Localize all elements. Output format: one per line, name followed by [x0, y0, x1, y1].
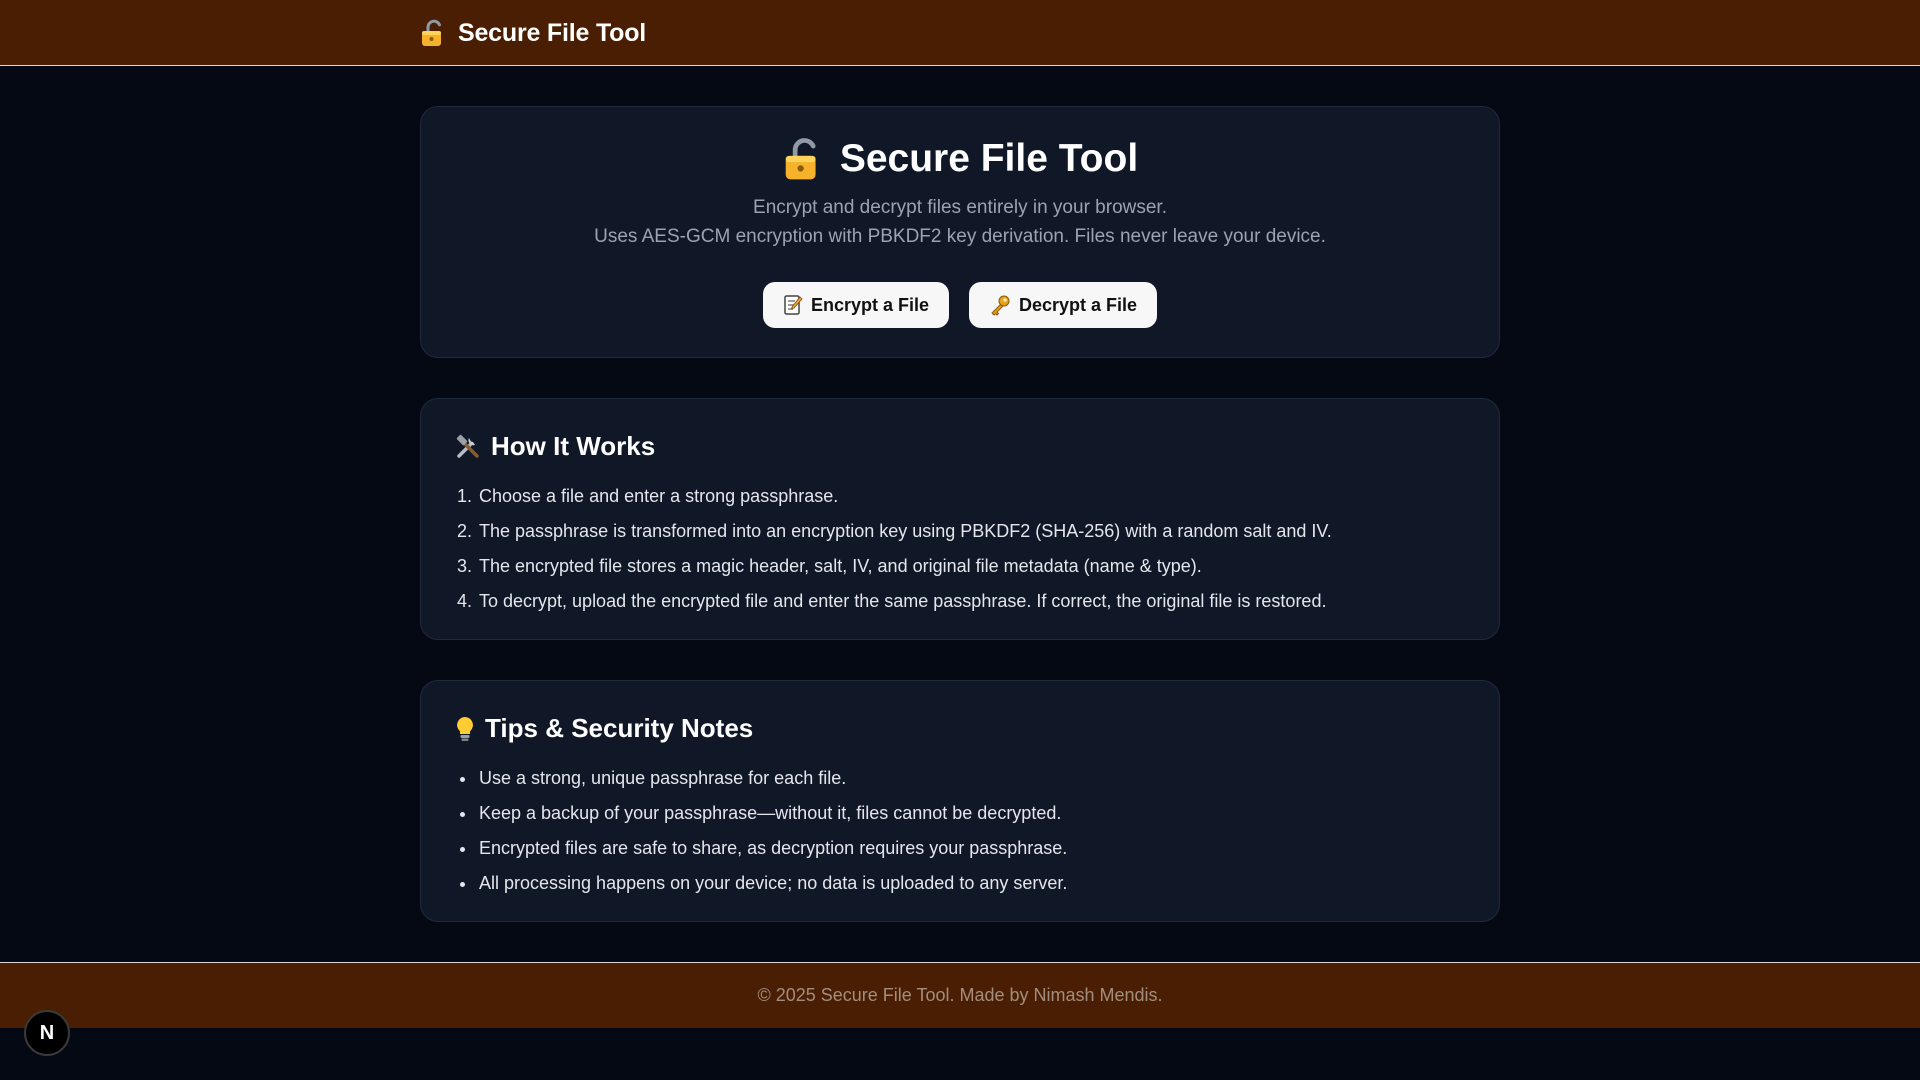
tips-card: Tips & Security Notes Use a strong, uniq…: [420, 680, 1500, 922]
app-title: Secure File Tool: [458, 18, 647, 47]
tip-item: Use a strong, unique passphrase for each…: [477, 761, 1469, 796]
footer-copyright: © 2025 Secure File Tool. Made by Nimash …: [757, 985, 1163, 1005]
step-item: The passphrase is transformed into an en…: [477, 514, 1469, 549]
memo-icon: [783, 294, 803, 316]
how-it-works-steps: Choose a file and enter a strong passphr…: [477, 479, 1469, 619]
encrypt-button-label: Encrypt a File: [810, 294, 929, 315]
encrypt-file-button[interactable]: Encrypt a File: [762, 282, 949, 328]
tip-item: Keep a backup of your passphrase—without…: [477, 796, 1469, 831]
footer: © 2025 Secure File Tool. Made by Nimash …: [0, 962, 1920, 1028]
decrypt-button-label: Decrypt a File: [1019, 294, 1138, 315]
tips-list: Use a strong, unique passphrase for each…: [477, 761, 1469, 901]
hero-title: Secure File Tool: [839, 137, 1139, 180]
decrypt-file-button[interactable]: Decrypt a File: [969, 282, 1158, 328]
tip-item: All processing happens on your device; n…: [477, 866, 1469, 901]
step-item: Choose a file and enter a strong passphr…: [477, 479, 1469, 514]
step-item: The encrypted file stores a magic header…: [477, 549, 1469, 584]
lightbulb-icon: [455, 715, 475, 743]
dev-tools-badge[interactable]: N: [24, 1010, 70, 1056]
hero-heading: Secure File Tool: [421, 137, 1499, 181]
hero-card: Secure File Tool Encrypt and decrypt fil…: [420, 106, 1500, 358]
how-it-works-heading: How It Works: [455, 431, 655, 462]
badge-label: N: [39, 1021, 55, 1044]
step-item: To decrypt, upload the encrypted file an…: [477, 584, 1469, 619]
how-it-works-title: How It Works: [491, 431, 656, 461]
lock-icon: [420, 19, 446, 47]
brand[interactable]: Secure File Tool: [420, 0, 646, 66]
hero-actions: Encrypt a File Decrypt a File: [421, 282, 1499, 328]
tips-title: Tips & Security Notes: [485, 713, 754, 743]
tools-icon: [455, 434, 481, 460]
tips-heading: Tips & Security Notes: [455, 713, 753, 744]
how-it-works-card: How It Works Choose a file and enter a s…: [420, 398, 1500, 640]
key-icon: [989, 294, 1011, 316]
top-bar: Secure File Tool: [0, 0, 1920, 66]
hero-description: Uses AES-GCM encryption with PBKDF2 key …: [594, 226, 1326, 247]
lock-icon: [782, 137, 824, 181]
tip-item: Encrypted files are safe to share, as de…: [477, 831, 1469, 866]
hero-subtitle: Encrypt and decrypt files entirely in yo…: [753, 197, 1167, 218]
